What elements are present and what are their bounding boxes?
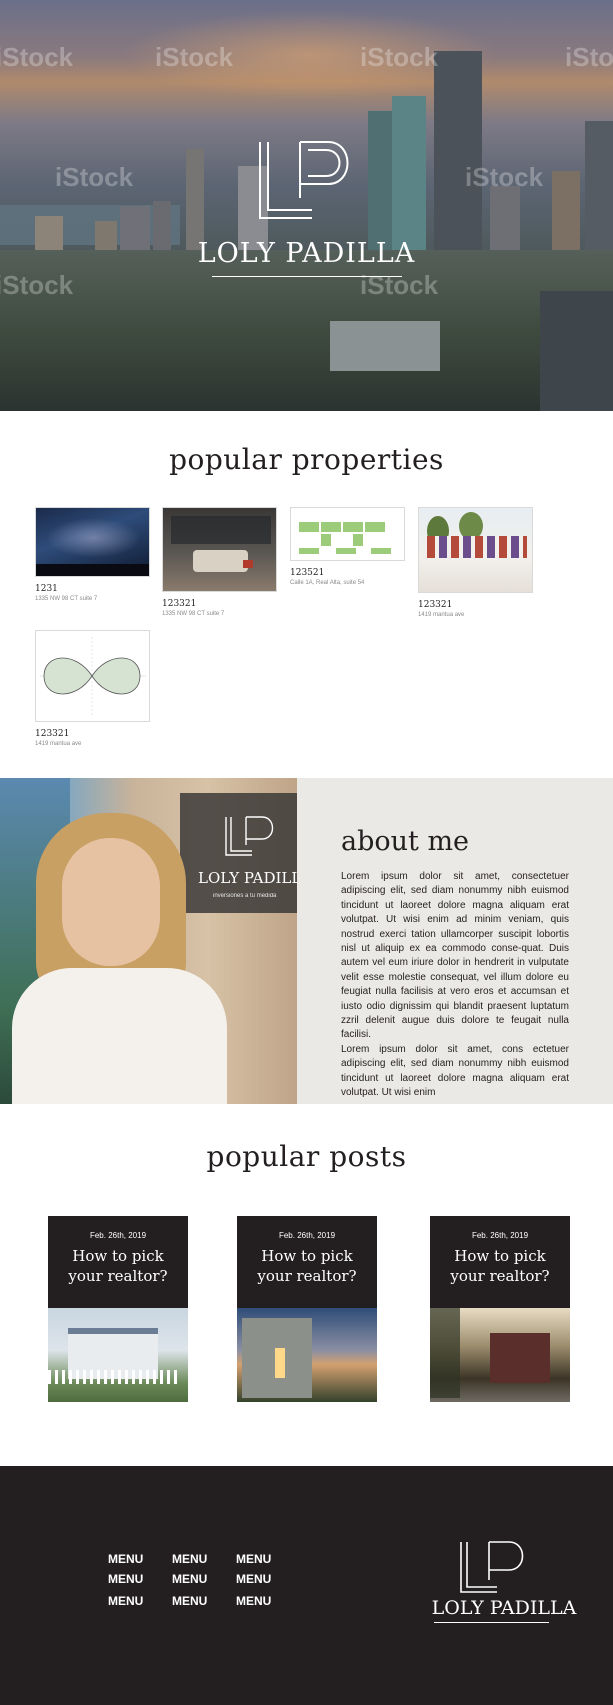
post-date: Feb. 26th, 2019 <box>278 1231 336 1240</box>
property-id: 123521 <box>290 568 325 578</box>
property-card[interactable]: 123321 1419 mantua ave <box>35 630 150 747</box>
property-card[interactable]: 1231 1335 NW 98 CT suite 7 <box>35 507 150 602</box>
footer-menu-link[interactable]: MENU <box>108 1572 143 1586</box>
property-thumbnail[interactable] <box>290 507 405 561</box>
property-card[interactable]: 123321 1419 mantua ave <box>418 507 533 618</box>
watermark-text: iStock <box>0 270 74 300</box>
footer-brand-name: LOLY PADILLA <box>431 1597 577 1619</box>
post-header[interactable]: Feb. 26th, 2019 How to pick your realtor… <box>237 1216 377 1308</box>
building <box>540 291 613 411</box>
post-title-line[interactable]: How to pick <box>48 1246 188 1266</box>
footer-menu-link[interactable]: MENU <box>236 1572 271 1586</box>
properties-title: popular properties <box>169 443 444 476</box>
watermark-text: iStock <box>465 162 544 192</box>
post-image[interactable] <box>237 1308 377 1402</box>
property-thumbnail[interactable] <box>35 630 150 722</box>
property-thumbnail[interactable] <box>35 507 150 577</box>
about-title: about me <box>341 826 470 857</box>
watermark-text: iStock <box>565 42 613 72</box>
about-body: Lorem ipsum dolor sit amet, consectetuer… <box>341 870 569 1101</box>
watermark-text: iStock <box>0 42 74 72</box>
watermark-text: iStock <box>55 162 134 192</box>
post-date: Feb. 26th, 2019 <box>471 1231 529 1240</box>
post-title-line[interactable]: your realtor? <box>430 1266 570 1286</box>
building <box>392 96 426 261</box>
about-paragraph: Lorem ipsum dolor sit amet, cons ectetue… <box>341 1043 569 1099</box>
watermark-text: iStock <box>155 42 234 72</box>
property-address: Calle 1A, Real Alta, suite 54 <box>290 580 365 586</box>
footer-menu-link[interactable]: MENU <box>236 1552 271 1566</box>
lp-logo-icon <box>259 141 349 219</box>
building <box>434 51 482 261</box>
property-address: 1419 mantua ave <box>418 612 465 618</box>
property-id: 123321 <box>35 729 70 739</box>
footer-menu-link[interactable]: MENU <box>172 1594 207 1608</box>
lp-logo-icon <box>460 1541 524 1593</box>
footer-menu-link[interactable]: MENU <box>236 1594 271 1608</box>
watermark-text: iStock <box>360 270 439 300</box>
hero-banner: iStock iStock iStock iStock iStock iStoc… <box>0 0 613 411</box>
post-image[interactable] <box>430 1308 570 1402</box>
lp-logo-icon <box>225 816 274 856</box>
post-card[interactable]: Feb. 26th, 2019 How to pick your realtor… <box>48 1216 188 1402</box>
property-id: 123321 <box>162 599 197 609</box>
property-thumbnail[interactable] <box>418 507 533 593</box>
property-id: 123321 <box>418 600 453 610</box>
city-ground <box>0 250 613 411</box>
post-title-line[interactable]: How to pick <box>237 1246 377 1266</box>
property-address: 1335 NW 98 CT suite 7 <box>35 596 98 602</box>
property-id: 1231 <box>35 584 58 594</box>
post-card[interactable]: Feb. 26th, 2019 How to pick your realtor… <box>430 1216 570 1402</box>
building <box>330 321 440 371</box>
hero-brand-name: LOLY PADILLA <box>197 238 416 269</box>
footer-menu-link[interactable]: MENU <box>172 1572 207 1586</box>
property-address: 1419 mantua ave <box>35 741 82 747</box>
property-address: 1335 NW 98 CT suite 7 <box>162 611 225 617</box>
hero-brand-underline <box>212 276 402 277</box>
footer-menu-link[interactable]: MENU <box>108 1552 143 1566</box>
post-title-line[interactable]: your realtor? <box>48 1266 188 1286</box>
watermark-text: iStock <box>360 42 439 72</box>
post-title-line[interactable]: your realtor? <box>237 1266 377 1286</box>
footer-brand-underline <box>434 1622 549 1623</box>
post-image[interactable] <box>48 1308 188 1402</box>
post-title-line[interactable]: How to pick <box>430 1246 570 1266</box>
posts-title: popular posts <box>206 1140 407 1173</box>
footer-menu-link[interactable]: MENU <box>172 1552 207 1566</box>
post-header[interactable]: Feb. 26th, 2019 How to pick your realtor… <box>430 1216 570 1308</box>
property-card[interactable]: 123321 1335 NW 98 CT suite 7 <box>162 507 277 617</box>
about-photo-tagline: inversiones a tu medida <box>213 893 277 899</box>
about-photo-brand: LOLY PADILLA <box>198 869 298 887</box>
post-date: Feb. 26th, 2019 <box>89 1231 147 1240</box>
property-card[interactable]: 123521 Calle 1A, Real Alta, suite 54 <box>290 507 405 586</box>
about-paragraph: Lorem ipsum dolor sit amet, consectetuer… <box>341 871 569 1041</box>
property-thumbnail[interactable] <box>162 507 277 592</box>
footer-menu-link[interactable]: MENU <box>108 1594 143 1608</box>
post-card[interactable]: Feb. 26th, 2019 How to pick your realtor… <box>237 1216 377 1402</box>
post-header[interactable]: Feb. 26th, 2019 How to pick your realtor… <box>48 1216 188 1308</box>
